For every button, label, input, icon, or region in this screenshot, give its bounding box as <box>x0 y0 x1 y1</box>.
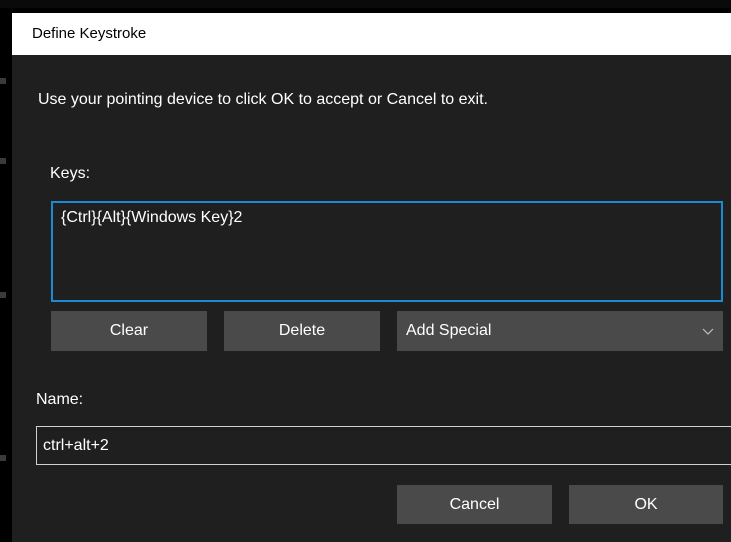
dialog-title-bar[interactable]: Define Keystroke <box>12 13 731 55</box>
cancel-button[interactable]: Cancel <box>397 485 552 524</box>
delete-button[interactable]: Delete <box>224 311 380 351</box>
keys-input[interactable]: {Ctrl}{Alt}{Windows Key}2 <box>51 201 723 302</box>
screen: Define Keystroke Use your pointing devic… <box>0 0 731 542</box>
background-window-fragment <box>0 158 6 164</box>
name-field[interactable]: ctrl+alt+2 <box>36 426 731 465</box>
keys-label: Keys: <box>50 165 91 182</box>
background-window-fragment <box>0 455 6 461</box>
clear-button[interactable]: Clear <box>51 311 207 351</box>
chevron-down-icon <box>702 311 714 351</box>
dialog-title: Define Keystroke <box>32 25 147 42</box>
name-label: Name: <box>36 391 84 408</box>
ok-button[interactable]: OK <box>569 485 723 524</box>
background-window-fragment <box>0 292 6 298</box>
add-special-dropdown[interactable]: Add Special <box>397 311 723 351</box>
add-special-selected: Add Special <box>406 322 492 339</box>
background-window-fragment <box>0 78 6 84</box>
instruction-text: Use your pointing device to click OK to … <box>38 91 488 108</box>
background-window-edge <box>0 0 731 8</box>
